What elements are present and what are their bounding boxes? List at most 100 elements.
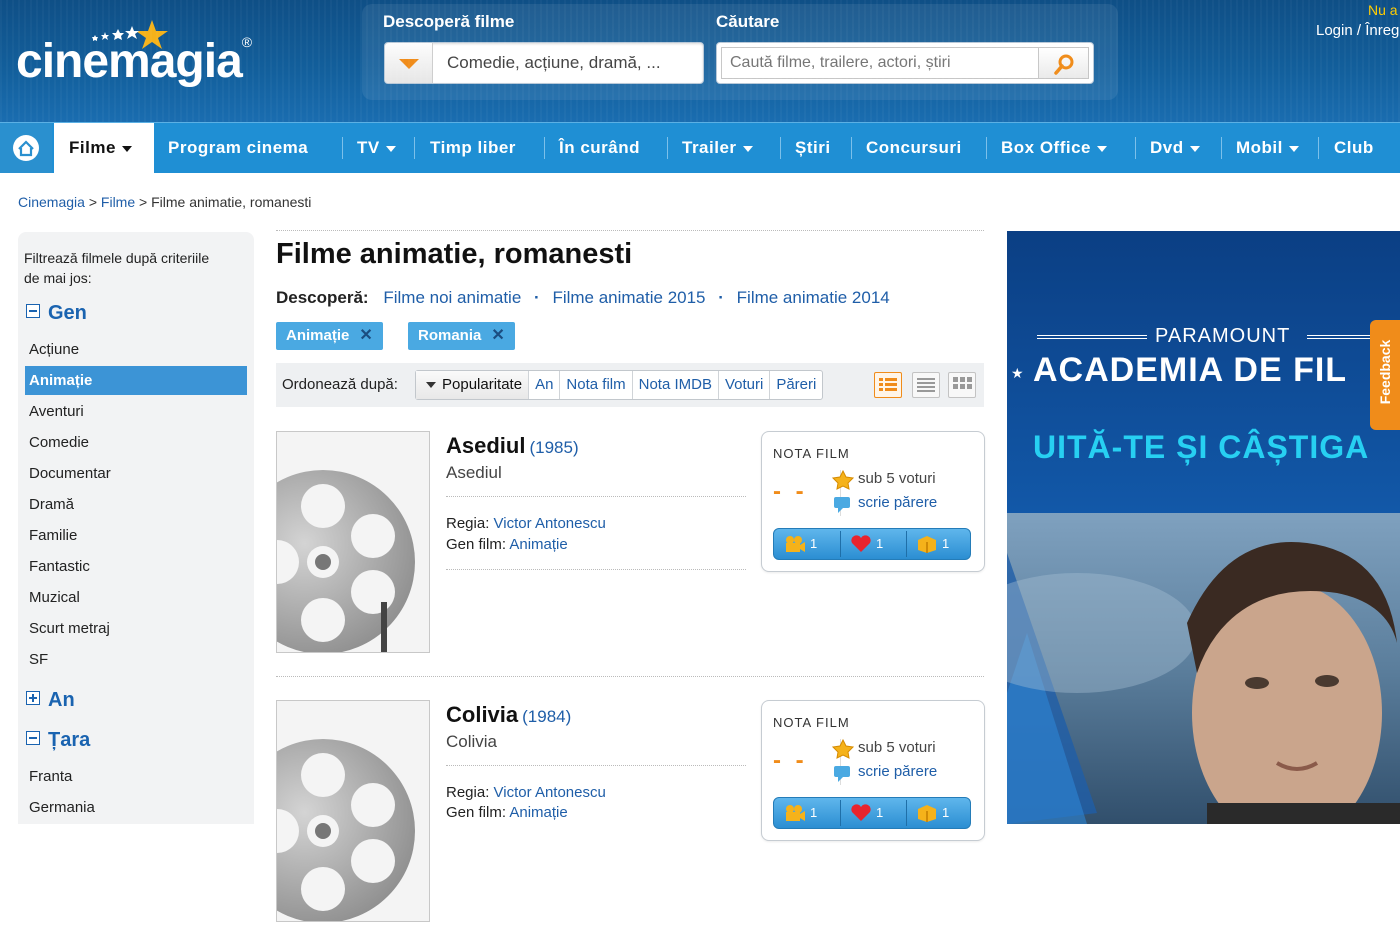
nav-item-stiri[interactable]: Știri bbox=[795, 123, 831, 173]
discover-dropdown[interactable]: Comedie, acțiune, dramă, ... bbox=[384, 42, 704, 84]
view-list-button[interactable] bbox=[912, 372, 940, 398]
favorite-action[interactable]: 1 bbox=[840, 529, 906, 559]
sort-option-voturi[interactable]: Voturi bbox=[717, 371, 769, 399]
home-button[interactable] bbox=[0, 123, 52, 173]
film-reel-icon bbox=[277, 470, 415, 652]
discover-link[interactable]: Filme animatie 2014 bbox=[737, 288, 890, 307]
nav-item-timp-liber[interactable]: Timp liber bbox=[430, 123, 516, 173]
film-title[interactable]: Asediul (1985) bbox=[446, 433, 579, 459]
film-year[interactable]: (1985) bbox=[529, 438, 578, 457]
main-content: Filme animatie, romanesti Descoperă: Fil… bbox=[276, 230, 986, 922]
sort-option-pareri[interactable]: Păreri bbox=[769, 371, 822, 399]
sort-option-an[interactable]: An bbox=[528, 371, 559, 399]
filter-gen-item[interactable]: Documentar bbox=[25, 459, 247, 488]
filter-tara-item[interactable]: Franta bbox=[25, 762, 247, 791]
home-icon bbox=[13, 135, 39, 161]
filter-gen-item[interactable]: Dramă bbox=[25, 490, 247, 519]
write-review-link[interactable]: scrie părere bbox=[834, 494, 937, 513]
filter-gen-item[interactable]: Comedie bbox=[25, 428, 247, 457]
nav-item-box-office[interactable]: Box Office bbox=[1001, 123, 1108, 173]
divider bbox=[446, 765, 746, 766]
star-icon bbox=[832, 739, 854, 759]
write-review-link[interactable]: scrie părere bbox=[834, 763, 937, 782]
ad-headline: ACADEMIA DE FIL bbox=[1033, 351, 1348, 389]
film-poster[interactable] bbox=[276, 700, 430, 922]
site-header: cinemagia® Descoperă filme Căutare Comed… bbox=[0, 0, 1400, 122]
site-logo[interactable]: cinemagia® bbox=[16, 34, 252, 89]
breadcrumb-current: Filme animatie, romanesti bbox=[151, 194, 312, 210]
feedback-tab[interactable]: Feedback bbox=[1370, 320, 1400, 430]
breadcrumb-filme[interactable]: Filme bbox=[101, 194, 135, 210]
nav-divider bbox=[1221, 137, 1222, 159]
remove-tag-icon[interactable]: ✕ bbox=[359, 327, 372, 344]
filter-tara-header[interactable]: Țara bbox=[26, 729, 90, 752]
filter-gen-item[interactable]: Acțiune bbox=[25, 335, 247, 364]
nav-item-concursuri[interactable]: Concursuri bbox=[866, 123, 962, 173]
nav-item-trailer[interactable]: Trailer bbox=[682, 123, 753, 173]
genre-link[interactable]: Animație bbox=[509, 536, 567, 553]
filter-sidebar: Filtrează filmele după criteriile de mai… bbox=[18, 232, 254, 824]
filter-gen-item[interactable]: Fantastic bbox=[25, 552, 247, 581]
camera-icon bbox=[786, 536, 805, 552]
nav-item-mobil[interactable]: Mobil bbox=[1236, 123, 1299, 173]
ad-photo bbox=[1007, 513, 1400, 824]
view-detailed-button[interactable] bbox=[874, 372, 902, 398]
nav-divider bbox=[342, 137, 343, 159]
rating-actions-bar: 1 1 1 bbox=[773, 528, 971, 560]
advertisement-banner[interactable]: PARAMOUNT ★ ACADEMIA DE FIL UITĂ-TE ȘI C… bbox=[1007, 231, 1400, 824]
filter-gen-header[interactable]: Gen bbox=[26, 302, 87, 325]
discover-dropdown-button[interactable] bbox=[385, 43, 433, 83]
ad-header: PARAMOUNT ★ ACADEMIA DE FIL UITĂ-TE ȘI C… bbox=[1007, 231, 1400, 513]
nav-item-club[interactable]: Club bbox=[1334, 123, 1374, 173]
filter-tara-item[interactable]: Germania bbox=[25, 793, 247, 822]
box-icon bbox=[918, 805, 936, 822]
nav-divider bbox=[986, 137, 987, 159]
discover-link[interactable]: Filme noi animatie bbox=[383, 288, 521, 307]
nav-item-tv[interactable]: TV bbox=[357, 123, 396, 173]
filter-gen-item[interactable]: SF bbox=[25, 645, 247, 674]
remove-tag-icon[interactable]: ✕ bbox=[491, 327, 504, 344]
rating-box: NOTA FILM - - sub 5 voturi scrie părere … bbox=[761, 700, 985, 841]
director-link[interactable]: Victor Antonescu bbox=[494, 784, 606, 801]
login-link[interactable]: Login / Înreg bbox=[1316, 22, 1399, 39]
sort-option-popularitate[interactable]: Popularitate bbox=[416, 371, 529, 399]
nav-divider bbox=[1135, 137, 1136, 159]
divider bbox=[276, 676, 984, 677]
filter-gen-item[interactable]: Aventuri bbox=[25, 397, 247, 426]
watch-action[interactable]: 1 bbox=[774, 529, 840, 559]
sort-options: Popularitate An Nota film Nota IMDB Voturi Pă… bbox=[415, 370, 824, 400]
sort-option-nota-film[interactable]: Nota film bbox=[559, 371, 631, 399]
sort-option-nota-imdb[interactable]: Nota IMDB bbox=[631, 371, 718, 399]
filter-gen-item[interactable]: Familie bbox=[25, 521, 247, 550]
genre-link[interactable]: Animație bbox=[509, 804, 567, 821]
chevron-down-icon bbox=[1189, 145, 1200, 152]
film-year[interactable]: (1984) bbox=[522, 707, 571, 726]
collection-action[interactable]: 1 bbox=[906, 529, 972, 559]
film-title[interactable]: Colivia (1984) bbox=[446, 702, 571, 728]
main-nav: Filme Program cinema TV Timp liber În cu… bbox=[0, 122, 1400, 173]
nav-item-program-cinema[interactable]: Program cinema bbox=[168, 123, 308, 173]
nav-item-filme[interactable]: Filme bbox=[54, 123, 154, 173]
star-icon bbox=[832, 470, 854, 490]
film-poster[interactable] bbox=[276, 431, 430, 653]
filter-gen-item-selected[interactable]: Animație bbox=[25, 366, 247, 395]
director-link[interactable]: Victor Antonescu bbox=[494, 515, 606, 532]
search-input[interactable] bbox=[721, 47, 1039, 79]
nav-item-in-curand[interactable]: În curând bbox=[559, 123, 640, 173]
divider bbox=[446, 569, 746, 570]
nav-divider bbox=[544, 137, 545, 159]
page-title: Filme animatie, romanesti bbox=[276, 238, 633, 270]
filter-gen-item[interactable]: Scurt metraj bbox=[25, 614, 247, 643]
decorative-lines bbox=[1037, 335, 1147, 339]
filter-an-header[interactable]: An bbox=[26, 689, 75, 712]
search-button[interactable] bbox=[1039, 47, 1089, 79]
filter-gen-item[interactable]: Muzical bbox=[25, 583, 247, 612]
ad-subheadline: UITĂ-TE ȘI CÂȘTIGA bbox=[1033, 429, 1370, 465]
expand-icon bbox=[26, 691, 40, 705]
rating-actions-bar: 1 1 1 bbox=[773, 797, 971, 829]
camera-icon bbox=[786, 805, 805, 821]
nav-item-dvd[interactable]: Dvd bbox=[1150, 123, 1200, 173]
breadcrumb-home[interactable]: Cinemagia bbox=[18, 194, 85, 210]
view-grid-button[interactable] bbox=[948, 372, 976, 398]
discover-link[interactable]: Filme animatie 2015 bbox=[552, 288, 705, 307]
